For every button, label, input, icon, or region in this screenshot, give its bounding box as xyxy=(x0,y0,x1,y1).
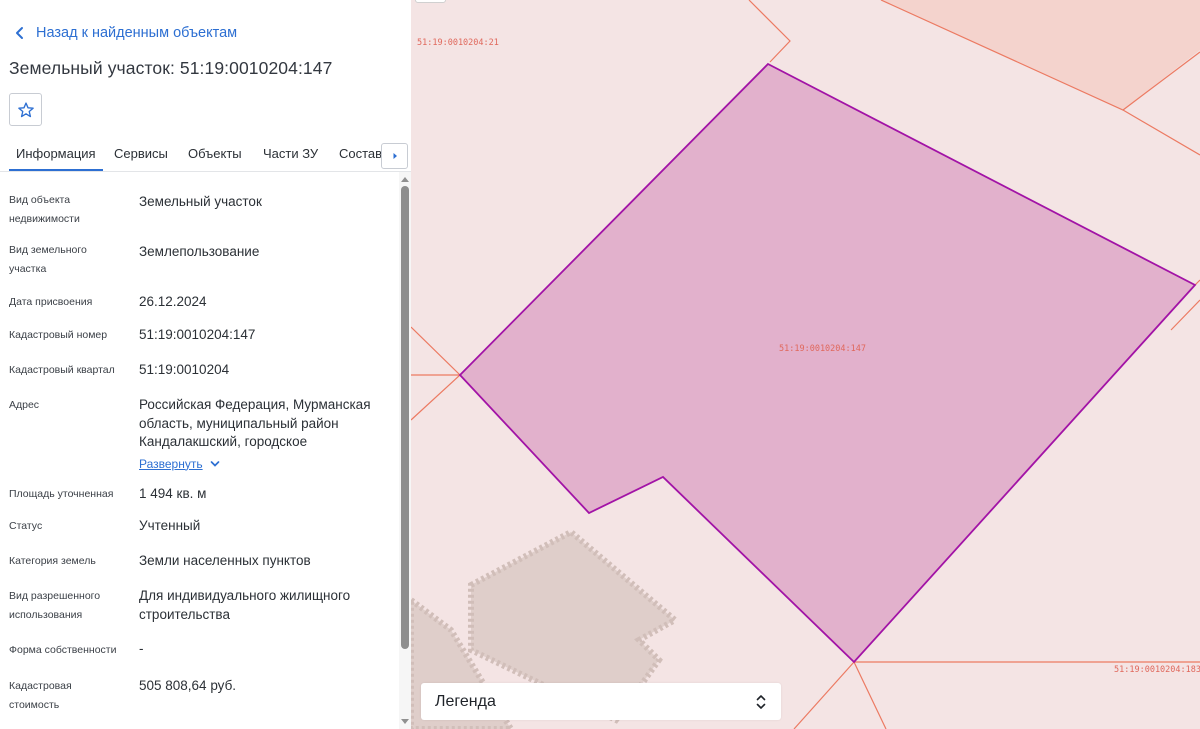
tab-objects[interactable]: Объекты xyxy=(188,146,242,161)
property-value: 26.12.2024 xyxy=(139,294,207,309)
property-label: Статус xyxy=(9,520,43,532)
property-label: Кадастровый номер xyxy=(9,329,108,341)
property-label: Вид земельного участка xyxy=(9,244,87,275)
object-info-panel: Назад к найденным объектам Земельный уча… xyxy=(0,0,411,729)
property-value: 51:19:0010204:147 xyxy=(139,327,256,342)
tab-services[interactable]: Сервисы xyxy=(114,146,168,161)
property-value: 505 808,64 руб. xyxy=(139,678,237,693)
back-link-label: Назад к найденным объектам xyxy=(36,25,238,41)
property-value: Землепользование xyxy=(139,244,260,259)
chevron-up-down-icon xyxy=(756,694,766,709)
expand-address-link[interactable]: Развернуть xyxy=(139,455,220,474)
address-block: Российская Федерация, Мурманская область… xyxy=(139,396,391,473)
scroll-down-arrow-icon[interactable] xyxy=(401,719,409,724)
cadastral-map[interactable]: 51:19:0010204:21 51:19:0010204:147 51:19… xyxy=(411,0,1200,729)
property-label: Кадастровая стоимость xyxy=(9,680,72,711)
chevron-left-icon xyxy=(16,27,23,39)
property-value: Земли населенных пунктов xyxy=(139,553,311,568)
property-value: 51:19:0010204 xyxy=(139,362,230,377)
map-control-stub[interactable] xyxy=(415,0,446,3)
property-value: Российская Федерация, Мурманская область… xyxy=(139,397,371,449)
tab-information[interactable]: Информация xyxy=(9,146,103,171)
scroll-up-arrow-icon[interactable] xyxy=(401,177,409,182)
property-label: Категория земель xyxy=(9,555,96,567)
property-value: - xyxy=(139,641,144,656)
property-value: Учтенный xyxy=(139,518,201,533)
property-label: Адрес xyxy=(9,399,40,411)
caret-right-icon xyxy=(393,153,397,159)
property-label: Вид разрешенного использования xyxy=(9,590,101,621)
tabs-scroll-right-button[interactable] xyxy=(381,143,408,169)
property-value: 1 494 кв. м xyxy=(139,486,207,501)
legend-label: Легенда xyxy=(435,692,496,710)
favorite-button[interactable] xyxy=(9,93,42,126)
tab-land-parts[interactable]: Части ЗУ xyxy=(263,146,318,161)
neighbor-parcel-shade xyxy=(881,0,1200,110)
parcel-label: 51:19:0010204:21 xyxy=(417,38,499,48)
property-label: Форма собственности xyxy=(9,644,117,656)
properties-list: Вид объекта недвижимости Земельный участ… xyxy=(0,172,398,729)
star-icon xyxy=(17,101,34,117)
panel-scrollbar[interactable] xyxy=(399,172,411,729)
property-label: Кадастровый квартал xyxy=(9,364,115,376)
parcel-label: 51:19:0010204:183 xyxy=(1114,665,1200,675)
property-value: Для индивидуального жилищного строительс… xyxy=(139,588,351,622)
legend-dropdown[interactable]: Легенда xyxy=(421,683,781,720)
page-title: Земельный участок: 51:19:0010204:147 xyxy=(9,58,333,78)
tab-bar: Информация Сервисы Объекты Части ЗУ Сост… xyxy=(0,140,411,172)
expand-link-label: Развернуть xyxy=(139,456,203,471)
back-to-results-link[interactable]: Назад к найденным объектам xyxy=(12,24,237,42)
property-label: Вид объекта недвижимости xyxy=(9,194,80,225)
parcel-label-selected: 51:19:0010204:147 xyxy=(779,344,866,354)
property-label: Площадь уточненная xyxy=(9,488,114,500)
property-label: Дата присвоения xyxy=(9,296,93,308)
property-value: Земельный участок xyxy=(139,194,262,209)
chevron-down-icon xyxy=(210,460,219,467)
map-canvas[interactable] xyxy=(411,0,1200,729)
scrollbar-thumb[interactable] xyxy=(401,186,409,649)
tab-composition[interactable]: Состав xyxy=(339,146,382,161)
